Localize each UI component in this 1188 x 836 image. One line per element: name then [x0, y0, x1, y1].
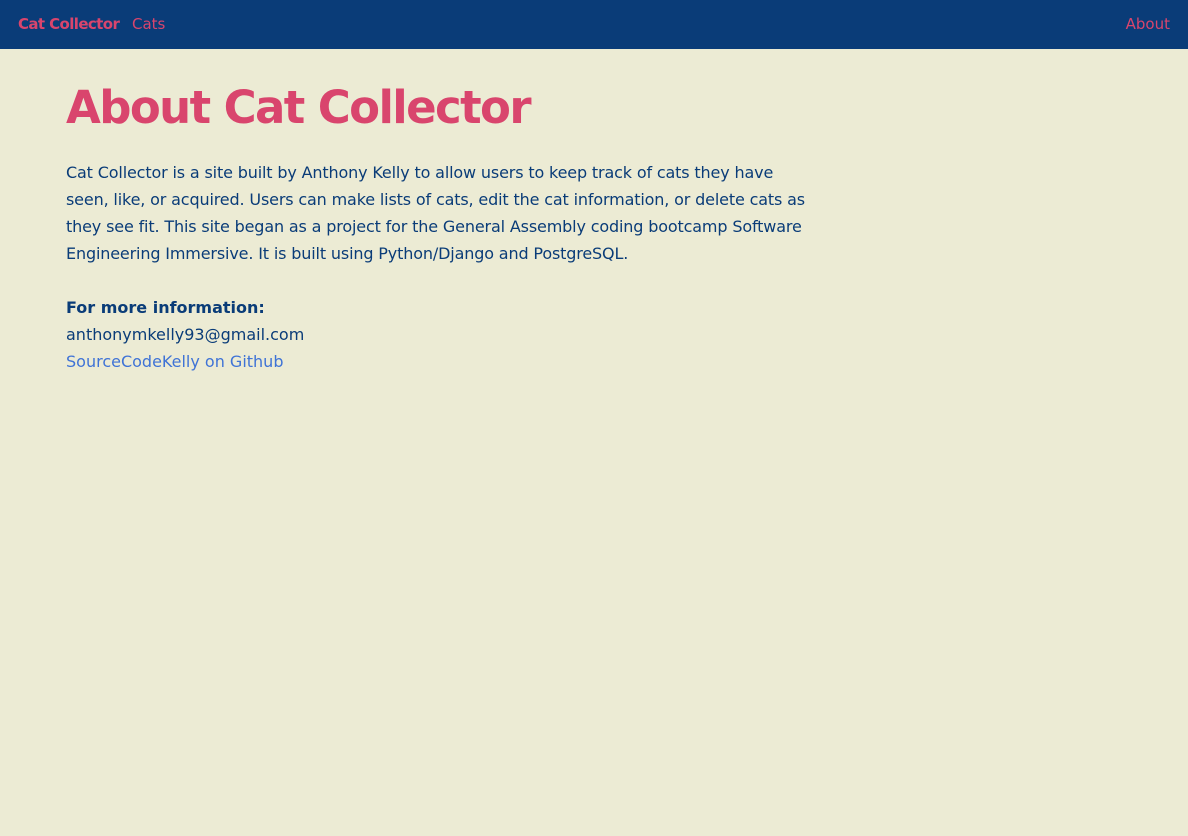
contact-email: anthonymkelly93@gmail.com [66, 325, 305, 344]
contact-info: For more information: anthonymkelly93@gm… [66, 294, 806, 375]
page-title: About Cat Collector [66, 81, 532, 134]
nav-brand-link[interactable]: Cat Collector [18, 15, 120, 33]
main-content: About Cat Collector Cat Collector is a s… [66, 80, 806, 375]
nav-about-link[interactable]: About [1126, 15, 1170, 33]
github-link[interactable]: SourceCodeKelly on Github [66, 348, 806, 375]
info-heading: For more information: [66, 298, 265, 317]
nav-cats-link[interactable]: Cats [132, 15, 165, 33]
top-navbar: Cat Collector Cats About [0, 0, 1188, 49]
about-description: Cat Collector is a site built by Anthony… [66, 163, 805, 263]
